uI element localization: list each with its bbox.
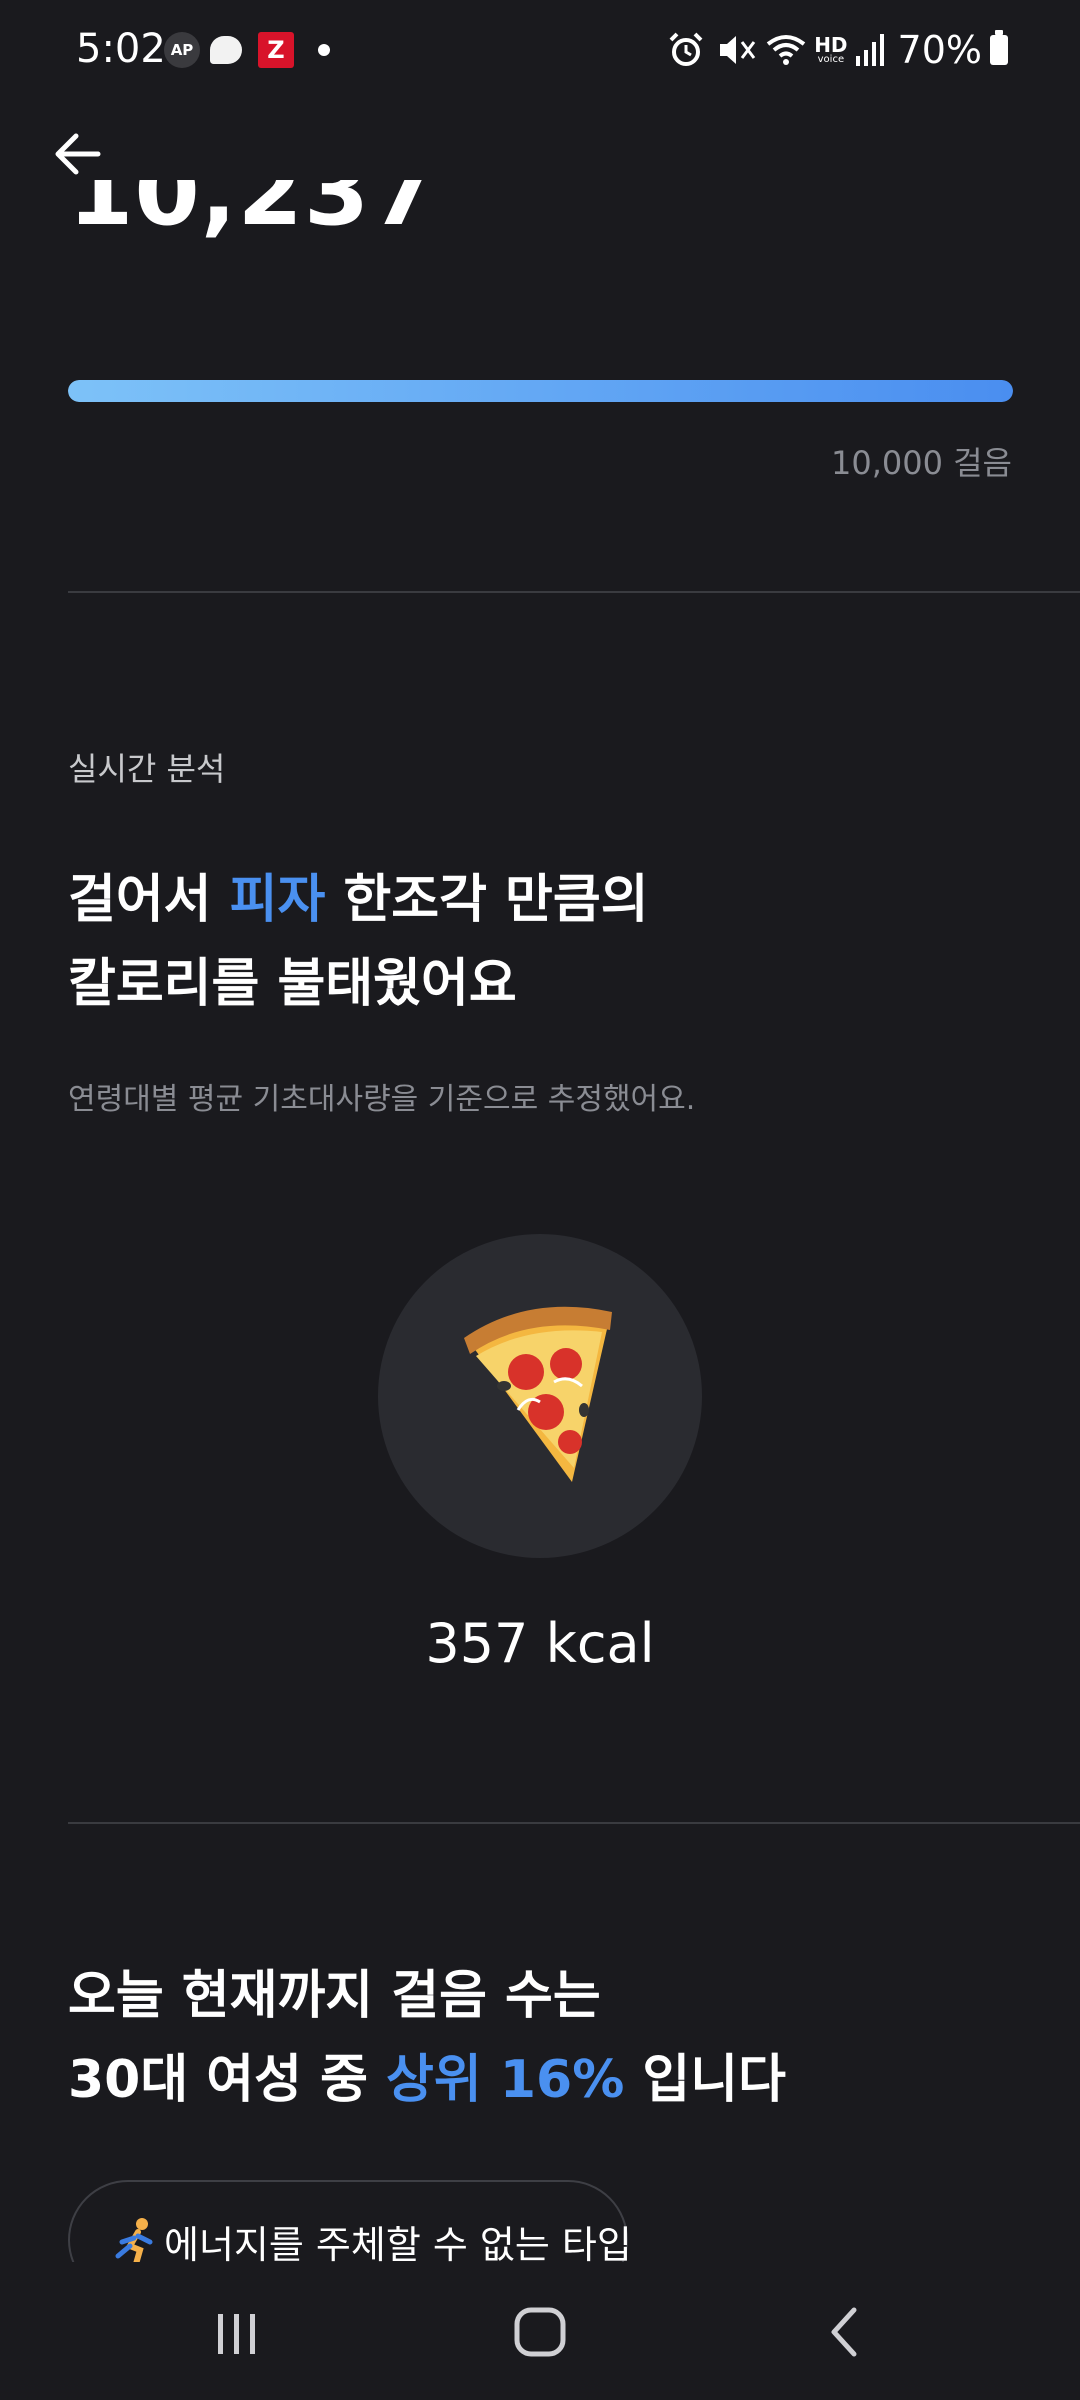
hd-label: HD — [814, 33, 848, 57]
navigation-bar — [0, 2262, 1080, 2400]
alarm-icon — [669, 32, 703, 66]
arrow-left-icon — [55, 133, 101, 175]
voice-label: voice — [817, 54, 845, 65]
system-back-button[interactable] — [800, 2292, 890, 2372]
ranking-highlight: 상위 16% — [386, 2050, 625, 2110]
calorie-headline-line2: 칼로리를 불태웠어요 — [68, 954, 517, 1014]
z-notification-icon: Z — [258, 32, 294, 68]
system-icons: HD voice 70% — [666, 26, 1008, 74]
home-icon — [514, 2307, 566, 2357]
wifi-icon — [766, 35, 806, 65]
divider — [68, 591, 1080, 593]
more-notifications-dot-icon — [318, 44, 330, 56]
divider — [68, 1822, 1080, 1824]
status-time: 5:02 — [76, 26, 166, 72]
estimate-caption: 연령대별 평균 기초대사량을 기준으로 추정했어요. — [68, 1082, 696, 1117]
signal-icon — [855, 34, 884, 66]
back-button[interactable] — [48, 122, 112, 186]
status-bar: 5:02 AP Z HD voice 70% — [0, 0, 1080, 100]
headline-suffix: 한조각 만큼의 — [325, 870, 649, 930]
ranking-suffix: 입니다 — [624, 2050, 786, 2110]
home-button[interactable] — [495, 2292, 585, 2372]
step-progress-bar — [68, 380, 1013, 402]
battery-percent: 70% — [897, 28, 982, 72]
section-label: 실시간 분석 — [68, 750, 226, 788]
step-progress-fill — [68, 380, 1013, 402]
chat-notification-icon — [210, 36, 242, 64]
headline-food: 피자 — [229, 870, 326, 930]
pizza-icon — [464, 1306, 612, 1482]
type-chip-label: 에너지를 주체할 수 없는 타입 — [164, 2223, 632, 2267]
recent-apps-button[interactable] — [192, 2292, 282, 2372]
runner-icon — [115, 2218, 153, 2266]
step-count: 10,237 — [68, 180, 437, 247]
mute-icon — [720, 36, 756, 64]
recent-apps-icon — [218, 2314, 255, 2354]
headline-prefix: 걸어서 — [68, 870, 230, 930]
hd-voice-icon: HD voice — [814, 35, 847, 65]
calorie-value: 357 kcal — [425, 1612, 655, 1675]
ranking-headline-line2: 30대 여성 중 상위 16% 입니다 — [68, 2030, 786, 2130]
ap-notification-icon: AP — [164, 32, 200, 68]
back-icon — [831, 2307, 857, 2357]
food-circle — [378, 1234, 702, 1558]
battery-icon — [990, 30, 1008, 65]
screen: 5:02 AP Z HD voice 70% 10,237 10,000 걸음 … — [0, 0, 1080, 2400]
step-goal-label: 10,000 걸음 — [830, 444, 1012, 482]
step-count-area: 10,237 — [0, 180, 1080, 280]
ranking-prefix: 30대 여성 중 — [68, 2050, 387, 2110]
